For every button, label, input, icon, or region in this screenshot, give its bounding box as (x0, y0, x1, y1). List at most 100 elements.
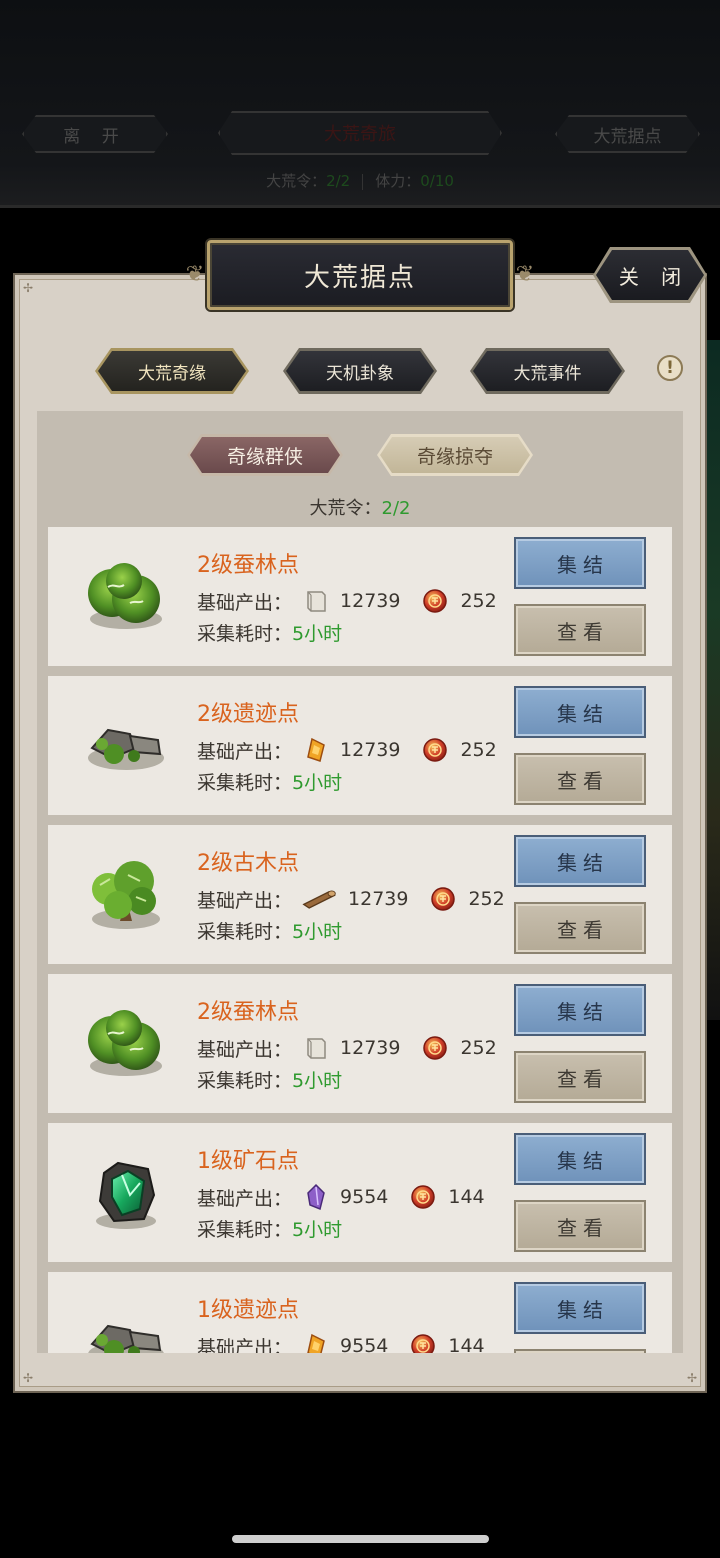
wood-icon (292, 885, 348, 913)
resource-amount: 12739 (340, 1037, 401, 1059)
tab-label: 大荒奇缘 (98, 351, 246, 391)
background-map-edge (706, 340, 720, 1020)
list-item: 2级古木点基础产出： 12739 252 采集耗时： 5小时 集结查看 (48, 825, 672, 964)
view-button[interactable]: 查看 (514, 1200, 646, 1252)
bg-stamina-value: 0/10 (420, 172, 454, 190)
token-label: 大荒令： (309, 498, 382, 519)
gather-button[interactable]: 集结 (514, 984, 646, 1036)
background-base-button: 大荒据点 (555, 115, 700, 153)
corner-ornament-icon: ✢ (23, 281, 34, 295)
gather-button[interactable]: 集结 (514, 686, 646, 738)
item-name: 2级蚕林点 (197, 1000, 299, 1025)
stronghold-list[interactable]: 2级蚕林点 基础产出： 12739 252 采集耗时： 5小时 集结 查看 2级遗迹点 基础产出：… (48, 527, 672, 1353)
gold-coin-icon (400, 737, 460, 763)
tab-dahuang-events[interactable]: 大荒事件 (470, 348, 625, 394)
crystal-icon (292, 1183, 340, 1211)
panel-title: 大荒据点 (207, 240, 513, 310)
corner-ornament-icon: ✢ (23, 1371, 34, 1385)
background-stats: 大荒令：2/2 体力：0/10 (0, 170, 720, 191)
output-line: 基础产出： 9554 144 (197, 1183, 485, 1211)
time-line: 采集耗时： 5小时 (197, 768, 342, 795)
output-label: 基础产出： (197, 1187, 293, 1210)
output-label: 基础产出： (197, 889, 293, 912)
output-label: 基础产出： (197, 740, 293, 763)
output-line: 基础产出： 9554 144 (197, 1332, 485, 1353)
time-value: 5小时 (292, 1070, 343, 1092)
item-name: 2级蚕林点 (197, 553, 299, 578)
home-indicator[interactable] (232, 1535, 489, 1543)
time-line: 采集耗时： 5小时 (197, 619, 342, 646)
coin-amount: 252 (460, 590, 497, 612)
subtab-plunder[interactable]: 奇缘掠夺 (377, 434, 533, 476)
token-counter: 大荒令：2/2 (37, 494, 683, 520)
time-value: 5小时 (292, 1219, 343, 1241)
item-name: 1级遗迹点 (197, 1298, 299, 1323)
gather-button[interactable]: 集结 (514, 1282, 646, 1334)
token-value: 2/2 (381, 498, 411, 519)
time-value: 5小时 (292, 772, 343, 794)
item-name: 2级遗迹点 (197, 702, 299, 727)
coin-amount: 252 (468, 888, 505, 910)
gold-coin-icon (400, 1035, 460, 1061)
leave-button: 离 开 (22, 115, 168, 153)
view-button[interactable]: 查看 (514, 753, 646, 805)
silk-forest-thumbnail (78, 547, 174, 643)
background-header: 离 开 大荒奇旅 大荒据点 大荒令：2/2 体力：0/10 (0, 0, 720, 208)
time-line: 采集耗时： 5小时 (197, 917, 342, 944)
scroll-icon (292, 1034, 340, 1062)
gather-button[interactable]: 集结 (514, 835, 646, 887)
gather-button[interactable]: 集结 (514, 537, 646, 589)
gold-coin-icon (400, 588, 460, 614)
output-line: 基础产出： 12739 252 (197, 736, 497, 764)
resource-amount: 12739 (340, 739, 401, 761)
output-line: 基础产出： 12739 252 (197, 1034, 497, 1062)
bg-token-label: 大荒令： (266, 172, 327, 190)
time-label: 采集耗时： (197, 772, 293, 794)
gold-coin-icon (388, 1333, 448, 1353)
view-button[interactable]: 查看 (514, 902, 646, 954)
time-line: 采集耗时： 5小时 (197, 1215, 342, 1242)
gold-coin-icon (388, 1184, 448, 1210)
time-label: 采集耗时： (197, 1219, 293, 1241)
list-item: 2级蚕林点基础产出： 12739 252 采集耗时： 5小时 集结查看 (48, 527, 672, 666)
background-title: 大荒奇旅 (218, 111, 502, 155)
gold-coin-icon (408, 886, 468, 912)
subtab-label: 奇缘群侠 (190, 437, 340, 473)
time-value: 5小时 (292, 921, 343, 943)
ruins-thumbnail (78, 1292, 174, 1353)
time-label: 采集耗时： (197, 623, 293, 645)
resource-amount: 12739 (348, 888, 409, 910)
view-button[interactable]: 查看 (514, 1051, 646, 1103)
coin-amount: 144 (448, 1186, 485, 1208)
item-name: 2级古木点 (197, 851, 299, 876)
coin-amount: 252 (460, 739, 497, 761)
bg-stamina-label: 体力： (375, 172, 421, 190)
subtab-label: 奇缘掠夺 (380, 437, 530, 473)
tab-label: 天机卦象 (286, 351, 434, 391)
output-label: 基础产出： (197, 591, 293, 614)
list-item: 2级遗迹点基础产出： 12739 252 采集耗时： 5小时 集结查看 (48, 676, 672, 815)
resource-amount: 9554 (340, 1186, 389, 1208)
output-line: 基础产出： 12739 252 (197, 587, 497, 615)
tab-dahuang-qiyuan[interactable]: 大荒奇缘 (95, 348, 249, 394)
view-button[interactable]: 查看 (514, 604, 646, 656)
token-icon (292, 736, 340, 764)
ruins-thumbnail (78, 696, 174, 792)
item-name: 1级矿石点 (197, 1149, 299, 1174)
info-icon[interactable]: ! (657, 355, 683, 381)
tab-tianji-guaxiang[interactable]: 天机卦象 (283, 348, 437, 394)
content-area: 奇缘群侠 奇缘掠夺 大荒令：2/2 2级蚕林点 基础产出： 12739 252 采集耗时… (37, 411, 683, 1353)
resource-amount: 9554 (340, 1335, 389, 1353)
subtab-heroes[interactable]: 奇缘群侠 (187, 434, 343, 476)
list-item: 1级矿石点基础产出： 9554 144 采集耗时： 5小时 集结查看 (48, 1123, 672, 1262)
resource-amount: 12739 (340, 590, 401, 612)
time-label: 采集耗时： (197, 1070, 293, 1092)
token-icon (292, 1332, 340, 1353)
gather-button[interactable]: 集结 (514, 1133, 646, 1185)
close-button[interactable]: 关 闭 (596, 250, 704, 300)
bg-token-value: 2/2 (326, 172, 351, 190)
view-button[interactable]: 查看 (514, 1349, 646, 1353)
tab-label: 大荒事件 (473, 351, 622, 391)
time-label: 采集耗时： (197, 921, 293, 943)
time-value: 5小时 (292, 623, 343, 645)
